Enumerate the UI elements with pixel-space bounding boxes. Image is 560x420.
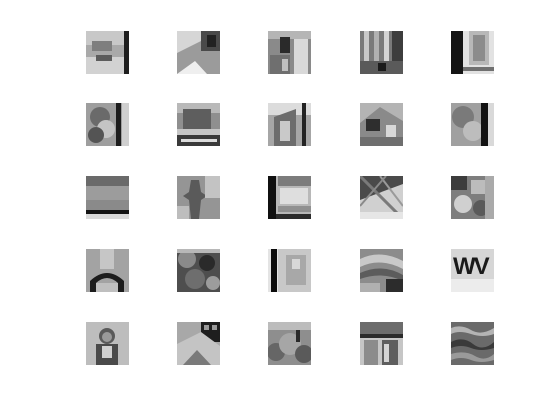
- image-patch: [268, 31, 311, 74]
- image-patch: [268, 176, 311, 219]
- image-patch: [177, 322, 220, 365]
- image-patch: [360, 103, 403, 146]
- image-patch: [451, 31, 494, 74]
- image-patch: [86, 103, 129, 146]
- image-patch: [451, 176, 494, 219]
- image-patch-grid: WV: [0, 0, 560, 420]
- image-patch: [360, 322, 403, 365]
- image-patch: [86, 322, 129, 365]
- image-patch: [451, 103, 494, 146]
- image-patch: [268, 103, 311, 146]
- image-patch: [177, 176, 220, 219]
- image-patch: [268, 322, 311, 365]
- image-patch: [360, 249, 403, 292]
- image-patch: [360, 176, 403, 219]
- image-patch: [177, 249, 220, 292]
- sign-text: WV: [453, 253, 490, 280]
- image-patch: [360, 31, 403, 74]
- image-patch: [177, 103, 220, 146]
- image-patch: [268, 249, 311, 292]
- image-patch: [86, 249, 129, 292]
- image-patch: [86, 31, 129, 74]
- image-patch: WV: [451, 249, 494, 292]
- image-patch: [86, 176, 129, 219]
- image-patch: [177, 31, 220, 74]
- image-patch: [451, 322, 494, 365]
